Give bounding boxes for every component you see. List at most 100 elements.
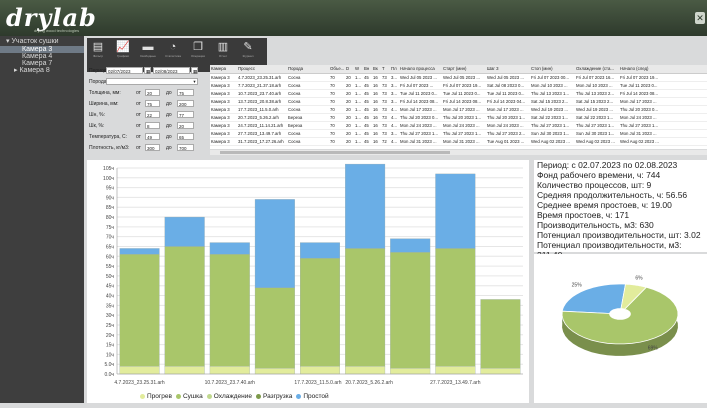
charts-button[interactable]: 📈 Графики [114, 41, 132, 63]
bar-segment[interactable] [209, 254, 250, 367]
sidebar-item-camera-4[interactable]: Камера 4 [0, 53, 84, 60]
filter-from-field[interactable]: 300 [145, 144, 160, 151]
statistics-button[interactable]: ◔ Статистика [164, 41, 182, 63]
bar-segment[interactable] [164, 246, 205, 367]
bar-segment[interactable] [119, 248, 160, 255]
table-cell: Wed Jul 19 2023 ... [531, 107, 568, 112]
bar-segment[interactable] [435, 173, 476, 249]
operations-button[interactable]: ❐ Операции [189, 41, 207, 63]
calendar-icon[interactable]: ▦ [144, 67, 151, 74]
legend-item[interactable]: Простой [296, 393, 329, 400]
filter-from-field[interactable]: 22 [145, 111, 160, 118]
sidebar-item-camera-7[interactable]: Камера 7 [0, 60, 84, 67]
filter-from-field[interactable]: 49 [145, 133, 160, 140]
y-tick-label: 40ч [106, 294, 115, 300]
sidebar-item-camera-8[interactable]: ▸ Камера 8 [0, 67, 84, 74]
bar-segment[interactable] [345, 248, 386, 367]
filter-to-field[interactable]: 700 [177, 144, 194, 151]
bar-segment[interactable] [254, 367, 295, 375]
table-row[interactable]: Камера 3 13.7.2023_20.8.38.arh Сосна 70 20 1.… [210, 98, 707, 106]
bar-segment[interactable] [300, 242, 340, 259]
filter-from-field[interactable]: 8 [145, 122, 160, 129]
bar-segment[interactable] [390, 367, 431, 375]
column-header[interactable]: Порода [287, 65, 329, 72]
table-row[interactable]: Камера 3 24.7.2023_11.14.21.arh Береза 70 20… [210, 122, 707, 130]
filter-to-field[interactable]: 75 [177, 89, 194, 96]
table-cell: Камера 3 [211, 99, 230, 104]
journal-button[interactable]: ✎ Журнал [239, 41, 257, 63]
filter-from-field[interactable]: 75 [145, 100, 160, 107]
column-header[interactable]: Вк [372, 65, 381, 72]
column-header[interactable]: T [381, 65, 390, 72]
column-header[interactable]: W [354, 65, 363, 72]
filter-button[interactable]: ▤ Фильтр [89, 41, 107, 63]
column-header[interactable]: Охлаждение (ста... [575, 65, 619, 72]
column-header[interactable]: Шаг 3 [486, 65, 530, 72]
table-row[interactable]: Камера 3 17.7.2023_11.5.0.arh Сосна 70 20 1..… [210, 106, 707, 114]
table-cell: Камера 3 [211, 123, 230, 128]
table-row[interactable]: Камера 3 4.7.2023_23.25.31.arh Сосна 70 20 1.… [210, 74, 707, 82]
table-row[interactable]: Камера 3 27.7.2023_13.49.7.arh Сосна 70 20 1.… [210, 130, 707, 138]
column-header[interactable]: Вн [363, 65, 372, 72]
filter-to-field[interactable]: 200 [177, 100, 194, 107]
column-header[interactable]: Старт (мин) [442, 65, 486, 72]
table-cell: Fri Jul 14 2023 08... [443, 99, 481, 104]
filter-to-field[interactable]: 77 [177, 111, 194, 118]
collapse-icon[interactable]: ▾ [6, 38, 10, 45]
column-header[interactable]: D [345, 65, 354, 72]
bar-segment[interactable] [300, 366, 340, 375]
chevron-down-icon[interactable]: ▾ [190, 78, 198, 85]
legend-item[interactable]: Сушка [175, 393, 203, 400]
bar-segment[interactable] [164, 216, 205, 247]
bar-segment[interactable] [254, 199, 295, 288]
sidebar-group-drying-site[interactable]: ▾ Участок сушки [0, 36, 84, 46]
bar-segment[interactable] [480, 299, 521, 369]
free-button[interactable]: ▬ Свободные [139, 41, 157, 63]
column-header[interactable]: Пл [390, 65, 399, 72]
scrollbar-thumb[interactable] [220, 151, 450, 154]
bar-segment[interactable] [209, 366, 250, 375]
bar-segment[interactable] [164, 366, 205, 375]
filter-to-field[interactable]: 20 [177, 122, 194, 129]
bar-segment[interactable] [300, 258, 340, 367]
bar-segment[interactable] [345, 366, 386, 375]
report-button[interactable]: ▥ Отчет [214, 41, 232, 63]
bar-segment[interactable] [435, 366, 476, 375]
column-header[interactable]: Начало (след) [619, 65, 663, 72]
table-cell: 70 [330, 75, 335, 80]
legend-item[interactable]: Охлаждение [206, 393, 252, 400]
column-header[interactable]: Объе... [329, 65, 345, 72]
bar-segment[interactable] [209, 242, 250, 255]
period-to-field[interactable]: 02/08/2023 [153, 67, 190, 74]
horizontal-scrollbar[interactable] [210, 150, 707, 155]
column-header[interactable]: Камера [210, 65, 237, 72]
bar-segment[interactable] [254, 287, 295, 369]
bar-segment[interactable] [390, 252, 431, 369]
column-header[interactable]: Стоп (мин) [530, 65, 575, 72]
bar-segment[interactable] [345, 163, 386, 249]
filter-from-field[interactable]: 20 [145, 89, 160, 96]
bar-segment[interactable] [119, 254, 160, 367]
table-row[interactable]: Камера 3 31.7.2023_17.27.26.arh Сосна 70 20 1… [210, 138, 707, 146]
sidebar-group-label: Участок сушки [11, 38, 59, 45]
type-select[interactable] [106, 78, 198, 85]
table-row[interactable]: Камера 3 20.7.2023_5.26.2.arh Береза 70 20 1.… [210, 114, 707, 122]
close-icon[interactable]: ✕ [695, 12, 705, 24]
bar-segment[interactable] [119, 366, 160, 375]
legend-item[interactable]: Разгрузка [255, 393, 292, 400]
bar-segment[interactable] [480, 367, 521, 375]
table-cell: Fri Jul 07 2023 00... [531, 75, 569, 80]
column-header[interactable]: Начало процесса [399, 65, 442, 72]
table-row[interactable]: Камера 3 10.7.2023_23.7.40.arh Сосна 70 20 1.… [210, 90, 707, 98]
table-cell: Mon Jul 10 2023 ... [576, 83, 613, 88]
bar-segment[interactable] [435, 248, 476, 367]
filter-to-field[interactable]: 65 [177, 133, 194, 140]
sidebar-item-camera-3[interactable]: Камера 3 [0, 46, 84, 53]
period-from-field[interactable]: 02/07/2023 [106, 67, 143, 74]
table-row[interactable]: Камера 3 7.7.2023_21.37.18.arh Сосна 70 20 1.… [210, 82, 707, 90]
table-cell: 70 [330, 83, 335, 88]
bar-segment[interactable] [390, 238, 431, 253]
column-header[interactable]: Процесс [237, 65, 287, 72]
legend-item[interactable]: Прогрев [140, 393, 172, 400]
calendar-icon[interactable]: ▦ [191, 67, 198, 74]
